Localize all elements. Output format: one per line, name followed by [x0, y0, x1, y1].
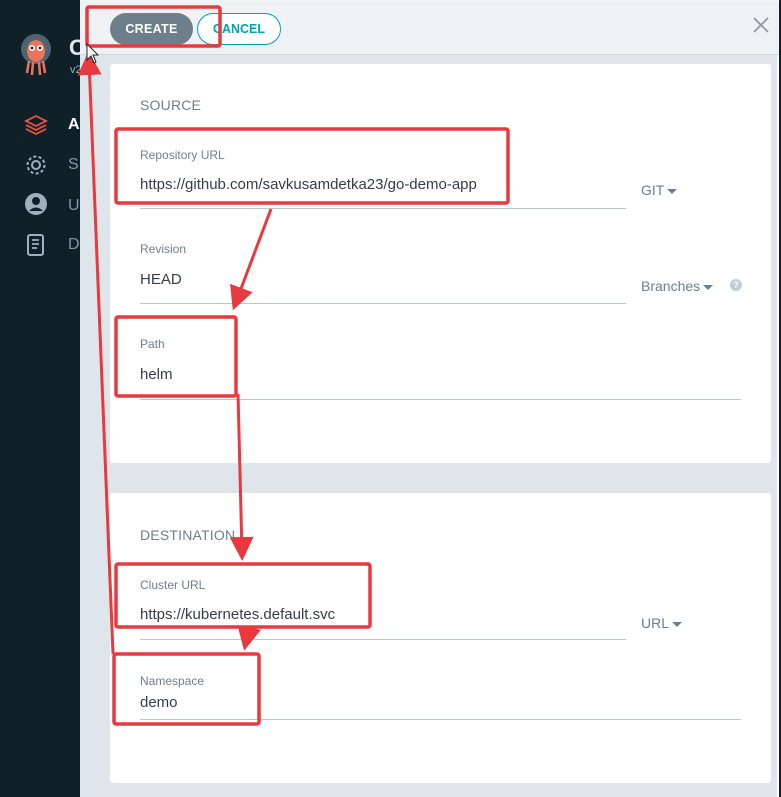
revision-input[interactable]: HEAD — [140, 271, 182, 288]
source-card: SOURCE Repository URL https://github.com… — [110, 64, 771, 463]
layers-icon[interactable] — [24, 113, 48, 137]
panel-toolbar: CREATE CANCEL — [80, 2, 779, 55]
revision-underline — [140, 303, 626, 304]
path-input[interactable]: helm — [140, 366, 173, 383]
sidebar-item-docs[interactable]: D — [68, 236, 80, 254]
cluster-type-value: URL — [641, 615, 670, 631]
destination-section-title: DESTINATION — [140, 527, 236, 543]
cluster-url-input[interactable]: https://kubernetes.default.svc — [140, 606, 335, 623]
sidebar-item-user[interactable]: U — [68, 197, 80, 215]
namespace-underline — [140, 719, 741, 720]
destination-card: DESTINATION Cluster URL https://kubernet… — [110, 493, 771, 783]
revision-type-dropdown[interactable]: Branches — [641, 278, 714, 294]
namespace-input[interactable]: demo — [140, 694, 178, 711]
sidebar-item-applications[interactable]: A — [68, 116, 80, 134]
gear-icon[interactable] — [24, 153, 48, 177]
create-button[interactable]: CREATE — [110, 13, 193, 45]
repo-type-dropdown[interactable]: GIT — [641, 182, 678, 198]
cluster-url-label: Cluster URL — [140, 578, 206, 592]
create-application-panel: CREATE CANCEL SOURCE Repository URL http… — [80, 0, 779, 797]
help-icon[interactable]: ? — [730, 279, 742, 291]
path-underline — [140, 399, 741, 400]
revision-type-value: Branches — [641, 278, 701, 294]
repo-type-value: GIT — [641, 182, 665, 198]
app-sidebar: C v2 A S U D — [0, 0, 85, 797]
repository-url-label: Repository URL — [140, 148, 225, 162]
cluster-type-dropdown[interactable]: URL — [641, 615, 683, 631]
octopus-logo-icon — [21, 34, 51, 76]
cluster-url-underline — [140, 639, 626, 640]
close-icon[interactable] — [752, 16, 770, 34]
chevron-down-icon — [703, 284, 714, 290]
chevron-down-icon — [672, 621, 683, 627]
docs-icon[interactable] — [24, 233, 48, 257]
chevron-down-icon — [667, 188, 678, 194]
user-icon[interactable] — [24, 192, 48, 216]
revision-label: Revision — [140, 242, 187, 256]
sidebar-item-settings[interactable]: S — [68, 156, 79, 174]
path-label: Path — [140, 337, 165, 351]
cancel-button[interactable]: CANCEL — [197, 13, 281, 45]
source-section-title: SOURCE — [140, 97, 202, 113]
namespace-label: Namespace — [140, 674, 205, 688]
repository-url-underline — [140, 208, 626, 209]
repository-url-input[interactable]: https://github.com/savkusamdetka23/go-de… — [140, 176, 477, 193]
